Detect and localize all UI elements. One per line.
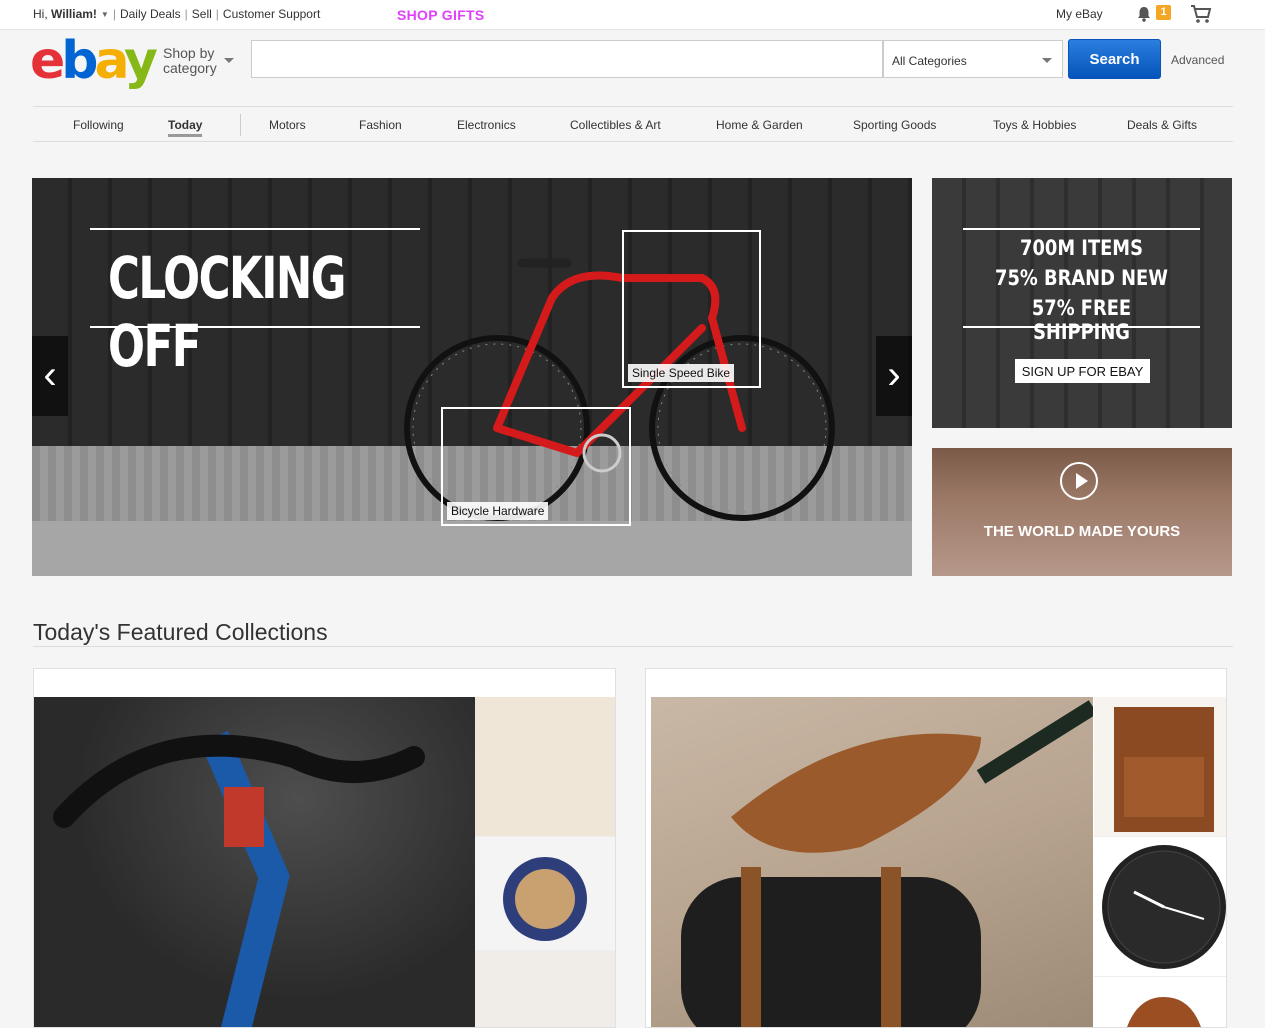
header: ebay Shop by category All Categories Sea… [0, 30, 1265, 100]
hero-banner[interactable]: CLOCKING OFF Single Speed Bike Bicycle H… [32, 178, 912, 576]
collection-thumb[interactable] [1094, 837, 1226, 977]
advanced-search-link[interactable]: Advanced [1171, 53, 1224, 67]
nav-home-garden[interactable]: Home & Garden [716, 118, 803, 132]
video-promo[interactable]: THE WORLD MADE YOURS [932, 448, 1232, 576]
shop-by-category[interactable]: Shop by category [163, 46, 217, 76]
nav-collectibles[interactable]: Collectibles & Art [570, 118, 661, 132]
tin-image [503, 857, 587, 941]
search-input[interactable] [251, 40, 883, 78]
saddle-bag-image [681, 700, 1098, 1027]
hotspot-bicycle-hardware[interactable]: Bicycle Hardware [441, 407, 631, 526]
sell-link[interactable]: Sell [192, 7, 212, 21]
promo-stats-box: 700M ITEMS 75% BRAND NEW 57% FREE SHIPPI… [963, 228, 1200, 344]
bag-image [1127, 997, 1201, 1027]
top-bar: Hi, William! ▼ | Daily Deals | Sell | Cu… [0, 0, 1265, 30]
nav-fashion[interactable]: Fashion [359, 118, 402, 132]
divider [33, 646, 1233, 647]
search-button[interactable]: Search [1068, 39, 1161, 79]
hero-title: CLOCKING OFF [108, 244, 347, 380]
hotspot-single-speed-bike[interactable]: Single Speed Bike [622, 230, 761, 388]
greeting: Hi, William! [33, 7, 97, 21]
my-ebay-link[interactable]: My eBay [1056, 7, 1103, 21]
nav-deals-gifts[interactable]: Deals & Gifts [1127, 118, 1197, 132]
cart-icon[interactable] [1190, 4, 1212, 24]
collection-main-image[interactable] [34, 697, 475, 1027]
chevron-down-icon [1042, 58, 1052, 63]
signup-promo: 700M ITEMS 75% BRAND NEW 57% FREE SHIPPI… [932, 178, 1232, 428]
collection-thumb[interactable] [475, 697, 615, 837]
nav-sporting-goods[interactable]: Sporting Goods [853, 118, 936, 132]
nav-divider [240, 114, 241, 136]
bell-icon[interactable] [1135, 5, 1153, 23]
collection-thumb[interactable] [475, 951, 615, 1027]
hero-floor-front [32, 521, 912, 576]
nav-motors[interactable]: Motors [269, 118, 306, 132]
promo-line-2: 75% BRAND NEW [995, 266, 1168, 290]
chevron-down-icon[interactable]: ▼ [101, 10, 109, 19]
featured-collections-title: Today's Featured Collections [33, 619, 328, 645]
hero-title-box: CLOCKING OFF [90, 228, 420, 380]
carousel-next-button[interactable]: › [876, 336, 912, 416]
nav-today[interactable]: Today [168, 118, 203, 137]
collection-thumb[interactable] [475, 837, 615, 951]
ebay-logo[interactable]: ebay [30, 35, 158, 87]
collection-thumb[interactable] [1094, 697, 1226, 837]
promo-line-3: 57% FREE SHIPPING [1031, 296, 1132, 344]
category-nav: Following Today Motors Fashion Electroni… [33, 106, 1233, 142]
user-name[interactable]: William! [51, 7, 97, 21]
top-links: Hi, William! ▼ | Daily Deals | Sell | Cu… [33, 7, 321, 21]
nav-following[interactable]: Following [73, 118, 124, 132]
play-icon[interactable] [1060, 462, 1098, 500]
collection-card[interactable] [33, 668, 616, 1028]
cabinet-image [1114, 707, 1214, 832]
shop-gifts-link[interactable]: SHOP GIFTS [397, 7, 485, 23]
bike-closeup-image [53, 731, 425, 1027]
nav-toys-hobbies[interactable]: Toys & Hobbies [993, 118, 1076, 132]
collection-main-image[interactable] [651, 697, 1098, 1027]
clock-image [1102, 845, 1226, 969]
video-tagline: THE WORLD MADE YOURS [983, 523, 1181, 540]
chevron-down-icon[interactable] [224, 58, 234, 63]
carousel-prev-button[interactable]: ‹ [32, 336, 68, 416]
nav-electronics[interactable]: Electronics [457, 118, 516, 132]
customer-support-link[interactable]: Customer Support [223, 7, 320, 21]
daily-deals-link[interactable]: Daily Deals [120, 7, 181, 21]
collection-card[interactable] [645, 668, 1227, 1028]
collection-thumb[interactable] [1094, 977, 1226, 1027]
sign-up-button[interactable]: SIGN UP FOR EBAY [1015, 359, 1150, 383]
notification-badge: 1 [1156, 5, 1171, 20]
promo-line-1: 700M ITEMS [1020, 236, 1143, 260]
category-select[interactable]: All Categories [883, 40, 1063, 78]
